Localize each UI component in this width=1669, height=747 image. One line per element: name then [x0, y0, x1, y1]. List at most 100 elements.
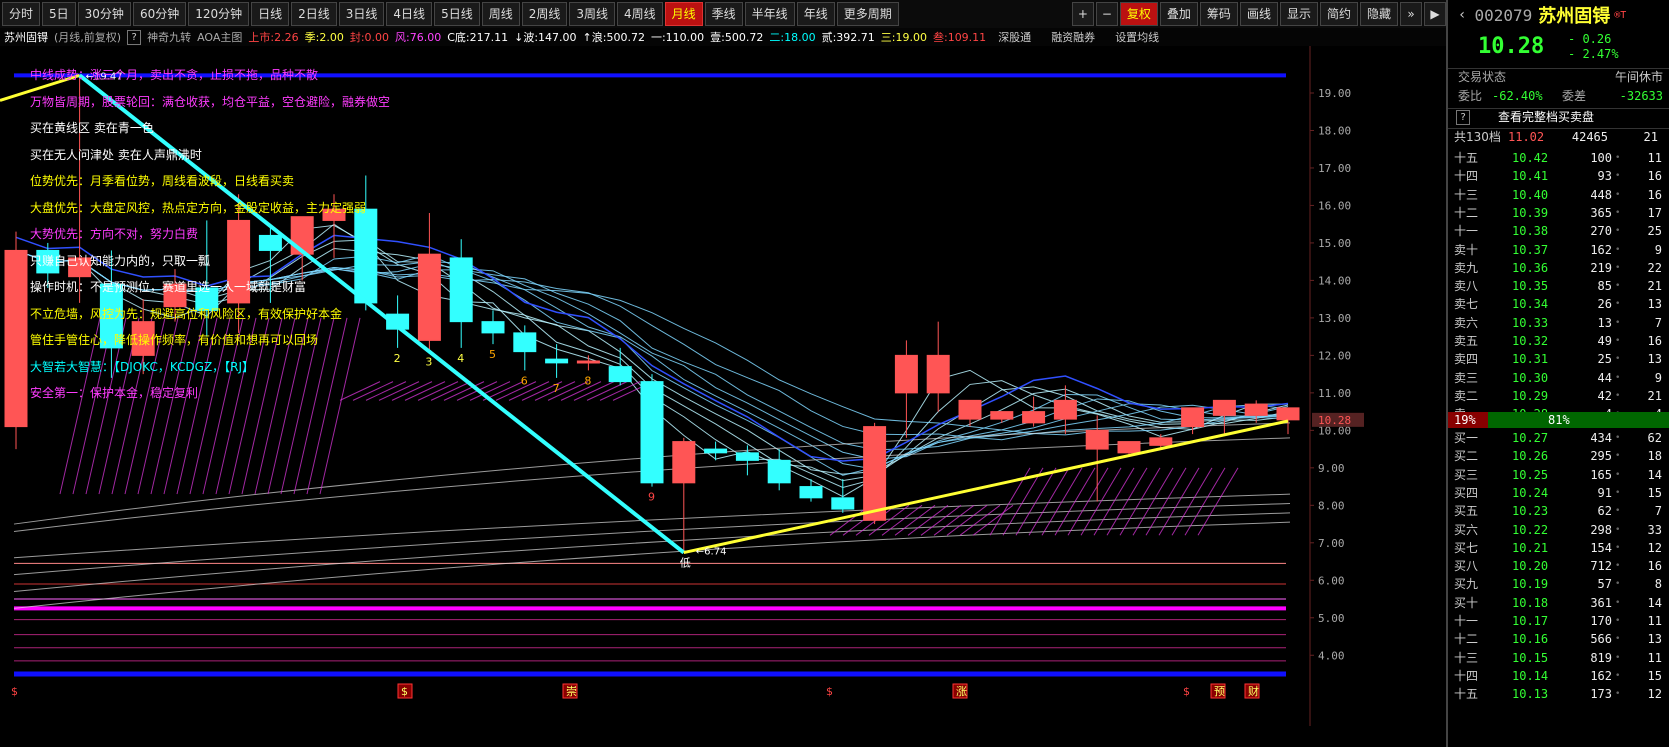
toolbar-button[interactable]: 简约 — [1319, 2, 1358, 26]
help-button[interactable]: ? — [127, 29, 142, 45]
level-volume: 91 — [1597, 485, 1612, 500]
level-count: 7 — [1654, 315, 1662, 330]
orderbook-row[interactable]: 买七 10.21 154 12 • — [1452, 540, 1667, 557]
period-button[interactable]: 年线 — [796, 2, 835, 26]
period-button[interactable]: 3周线 — [569, 2, 615, 26]
period-button[interactable]: 周线 — [481, 2, 520, 26]
orderbook-row[interactable]: 十一 10.38 270 25 • — [1452, 223, 1667, 240]
level-label: 买八 — [1454, 559, 1479, 574]
period-button[interactable]: 半年线 — [744, 2, 795, 26]
orderbook-row[interactable]: 买八 10.20 712 16 • — [1452, 558, 1667, 575]
book-help-button[interactable]: ? — [1456, 110, 1470, 125]
level-volume: 44 — [1597, 370, 1612, 385]
period-button[interactable]: 分时 — [2, 2, 41, 26]
y-tick-label: 4.00 — [1318, 649, 1345, 662]
collapse-icon[interactable]: ▶ — [1424, 2, 1446, 26]
orderbook-row[interactable]: 十三 10.40 448 16 • — [1452, 187, 1667, 204]
expand-icon[interactable]: » — [1400, 2, 1422, 26]
link-ma-settings[interactable]: 设置均线 — [1115, 29, 1159, 45]
level-label: 买十 — [1454, 595, 1479, 610]
kline-chart[interactable]: 19.00 18.00 17.00 16.00 15.00 14.00 13.00 12.00… — [0, 46, 1446, 747]
candle-body — [1022, 411, 1046, 424]
orderbook-row[interactable]: 十五 10.13 173 12 • — [1452, 686, 1667, 703]
row-dot-icon: • — [1615, 634, 1621, 645]
orderbook-row[interactable]: 买三 10.25 165 14 • — [1452, 467, 1667, 484]
zoom-out-button[interactable]: − — [1095, 2, 1118, 26]
orderbook-row[interactable]: 买一 10.27 434 62 • — [1452, 430, 1667, 447]
orderbook-row[interactable]: 卖四 10.31 25 13 • — [1452, 351, 1667, 368]
level-count: 22 — [1647, 260, 1662, 275]
orderbook-row[interactable]: 卖三 10.30 44 9 • — [1452, 370, 1667, 387]
period-button[interactable]: 3日线 — [338, 2, 385, 26]
toolbar-button[interactable]: 筹码 — [1199, 2, 1238, 26]
indicator-value: 贰:392.71 — [821, 31, 875, 44]
orderbook-row[interactable]: 买九 10.19 57 8 • — [1452, 576, 1667, 593]
indicator2-label[interactable]: AOA主图 — [197, 29, 242, 45]
period-button[interactable]: 2日线 — [291, 2, 337, 26]
orderbook-row[interactable]: 买五 10.23 62 7 • — [1452, 503, 1667, 520]
period-button[interactable]: 4周线 — [617, 2, 663, 26]
hatch-zone-right — [1028, 467, 1070, 536]
right-buttons: 复权 叠加 筹码 画线 显示 简约 隐藏 — [1118, 2, 1398, 26]
indicator-label[interactable]: 神奇九转 — [147, 29, 191, 45]
period-button[interactable]: 季线 — [704, 2, 743, 26]
level-label: 卖七 — [1454, 297, 1479, 312]
level-volume: 361 — [1590, 595, 1612, 610]
link-sgt[interactable]: 深股通 — [998, 29, 1031, 45]
orderbook-row[interactable]: 卖七 10.34 26 13 • — [1452, 296, 1667, 313]
toolbar-button[interactable]: 复权 — [1119, 2, 1158, 26]
period-button[interactable]: 60分钟 — [132, 2, 187, 26]
level-label: 卖五 — [1454, 334, 1479, 348]
full-book-link[interactable]: 查看完整档买卖盘 — [1498, 109, 1594, 126]
period-button[interactable]: 120分钟 — [188, 2, 250, 26]
kline-svg: 19.00 18.00 17.00 16.00 15.00 14.00 13.00 12.00… — [0, 46, 1446, 747]
orderbook-row[interactable]: 买六 10.22 298 33 • — [1452, 522, 1667, 539]
toolbar-button[interactable]: 叠加 — [1159, 2, 1198, 26]
orderbook-row[interactable]: 十五 10.42 100 11 • — [1452, 150, 1667, 167]
period-button[interactable]: 月线 — [664, 2, 703, 26]
back-icon[interactable]: ‹ — [1458, 7, 1466, 23]
row-dot-icon: • — [1615, 652, 1621, 663]
orderbook-row[interactable]: 卖八 10.35 85 21 • — [1452, 278, 1667, 295]
orderbook-row[interactable]: 十一 10.17 170 11 • — [1452, 613, 1667, 630]
orderbook-row[interactable]: 卖九 10.36 219 22 • — [1452, 260, 1667, 277]
orderbook-row[interactable]: 十三 10.15 819 11 • — [1452, 650, 1667, 667]
period-button[interactable]: 5日线 — [434, 2, 480, 26]
period-button[interactable]: 2周线 — [521, 2, 568, 26]
strategy-annotation: 万物皆周期，股票轮回：满仓收获，均仓平益，空仓避险，融券做空 — [30, 94, 391, 109]
level-count: 12 — [1647, 687, 1662, 702]
full-book-row[interactable]: ? 查看完整档买卖盘 — [1448, 108, 1669, 126]
orderbook-row[interactable]: 买四 10.24 91 15 • — [1452, 485, 1667, 502]
period-button[interactable]: 更多周期 — [836, 2, 899, 26]
orderbook-row[interactable]: 十四 10.14 162 15 • — [1452, 668, 1667, 685]
toolbar-button[interactable]: 显示 — [1279, 2, 1318, 26]
orderbook-row[interactable]: 卖二 10.29 42 21 • — [1452, 388, 1667, 405]
orderbook-row[interactable]: 买二 10.26 295 18 • — [1452, 448, 1667, 465]
orderbook-row[interactable]: 十二 10.16 566 13 • — [1452, 631, 1667, 648]
zoom-in-button[interactable]: + — [1071, 2, 1094, 26]
orderbook-row[interactable]: 十二 10.39 365 17 • — [1452, 205, 1667, 222]
level-label: 十一 — [1454, 224, 1479, 239]
row-dot-icon: • — [1615, 171, 1621, 182]
orderbook-row[interactable]: 十四 10.41 93 16 • — [1452, 168, 1667, 185]
price-change: - 0.26 - 2.47% — [1568, 32, 1619, 62]
row-dot-icon: • — [1615, 670, 1621, 681]
period-button[interactable]: 日线 — [251, 2, 290, 26]
period-button[interactable]: 5日 — [42, 2, 76, 26]
link-rzrq[interactable]: 融资融券 — [1051, 29, 1095, 45]
orderbook-row[interactable]: 买十 10.18 361 14 • — [1452, 595, 1667, 612]
candle-body — [799, 486, 823, 499]
period-button[interactable]: 4日线 — [386, 2, 433, 26]
row-dot-icon: • — [1615, 281, 1621, 292]
orderbook-row[interactable]: 卖六 10.33 13 7 • — [1452, 315, 1667, 332]
indicator-value: 上市:2.26 — [248, 31, 299, 44]
row-dot-icon: • — [1615, 451, 1621, 462]
strategy-annotation: 管住手管住心，降低操作频率，有价值和想再可以回场 — [30, 333, 319, 347]
orderbook-row[interactable]: 卖五 10.32 49 16 • — [1452, 333, 1667, 350]
period-button[interactable]: 30分钟 — [77, 2, 131, 26]
toolbar-button[interactable]: 画线 — [1239, 2, 1278, 26]
orderbook-row[interactable]: 卖十 10.37 162 9 • — [1452, 242, 1667, 259]
toolbar-button[interactable]: 隐藏 — [1359, 2, 1398, 26]
level-label: 卖十 — [1454, 242, 1479, 257]
level-label: 十三 — [1454, 650, 1479, 665]
